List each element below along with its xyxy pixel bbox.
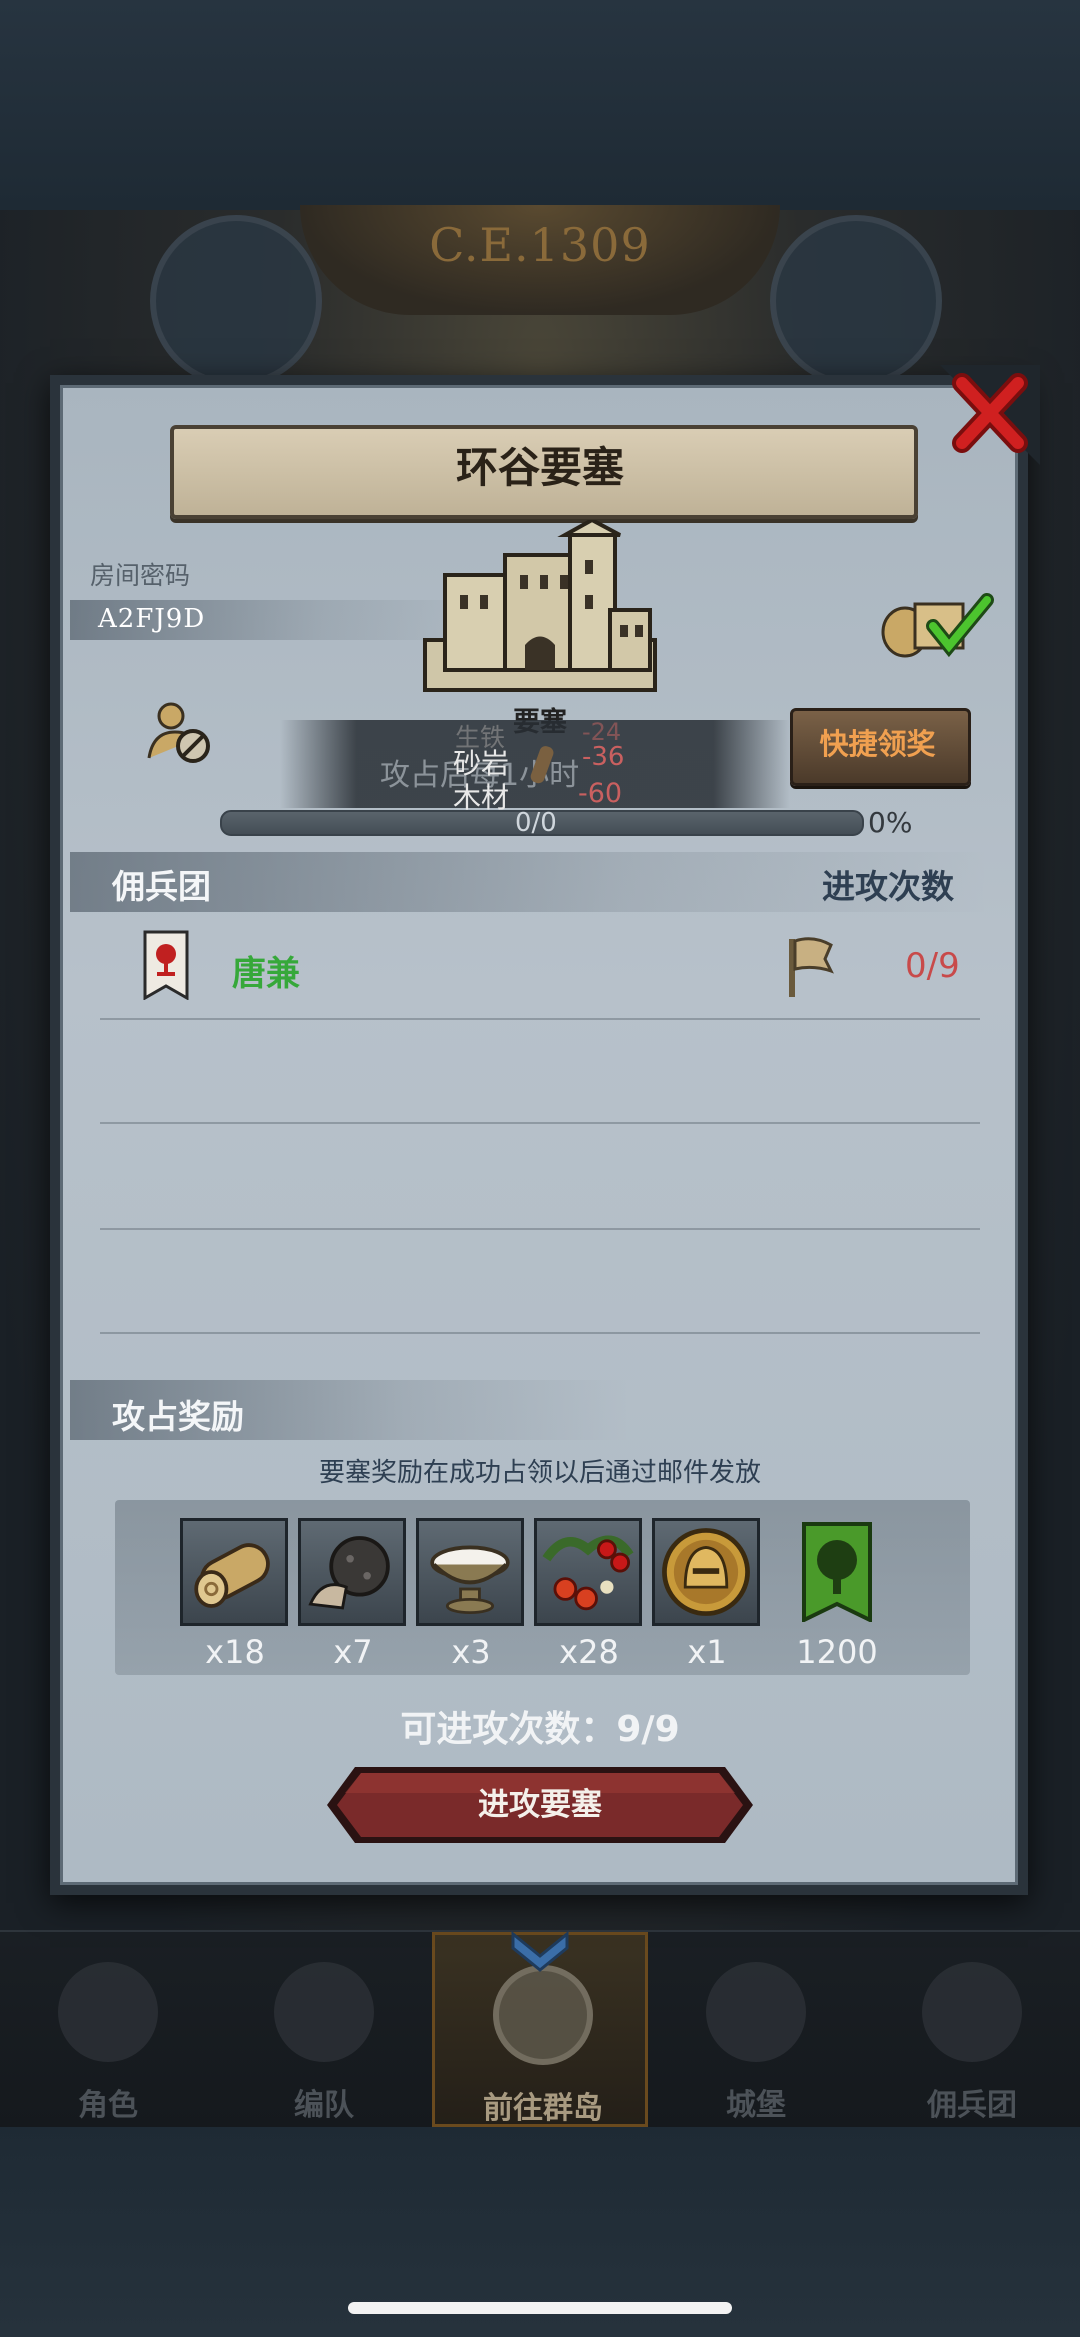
era-label: C.E.1309 xyxy=(300,205,780,315)
reward-header: 攻占奖励 xyxy=(112,1397,244,1436)
room-code-value[interactable]: A2FJ9D xyxy=(98,604,205,634)
row-divider xyxy=(100,1228,980,1230)
reward-note: 要塞奖励在成功占领以后通过邮件发放 xyxy=(318,1458,761,1488)
top-status-area xyxy=(0,0,1080,210)
wood-resource-icon xyxy=(530,746,554,784)
dial-wheel-right xyxy=(770,215,942,387)
attack-count-header: 进攻次数 xyxy=(822,867,954,906)
quick-claim-label: 快捷领奖 xyxy=(819,727,936,761)
nav-label: 城堡 xyxy=(726,2088,786,2123)
row-divider xyxy=(100,1122,980,1124)
nav-item-castle[interactable]: 城堡 xyxy=(648,1932,864,2127)
green-tree-banner-icon xyxy=(802,1522,872,1624)
row-divider xyxy=(100,1018,980,1020)
truffle-icon xyxy=(308,1536,390,1610)
nav-label: 佣兵团 xyxy=(927,2088,1017,2123)
leave-team-icon[interactable] xyxy=(145,700,215,765)
room-code-label: 房间密码 xyxy=(90,561,191,590)
nav-label: 角色 xyxy=(78,2088,138,2123)
salt-bowl-icon xyxy=(430,1545,510,1615)
resource-value: -60 xyxy=(578,778,623,809)
close-icon[interactable] xyxy=(940,365,1040,465)
progress-percent: 0% xyxy=(868,806,913,839)
chevron-down-icon xyxy=(511,1930,569,1972)
nav-item-mercenary[interactable]: 佣兵团 xyxy=(864,1932,1080,2127)
reward-slot[interactable] xyxy=(800,1522,874,1624)
mercenary-attack-count: 0/9 xyxy=(905,946,960,986)
compass-map-icon xyxy=(493,1965,593,2065)
nav-label: 编队 xyxy=(294,2088,354,2123)
reward-quantity: x1 xyxy=(687,1633,727,1671)
dialog-title: 环谷要塞 xyxy=(455,443,624,492)
banner-icon xyxy=(922,1962,1022,2062)
home-indicator[interactable] xyxy=(348,2302,732,2314)
claimed-rewards-icon[interactable] xyxy=(875,590,995,660)
reward-slot[interactable] xyxy=(652,1518,760,1626)
nav-label: 前往群岛 xyxy=(483,2091,603,2126)
mercenary-header: 佣兵团 xyxy=(112,867,211,906)
progress-count: 0/0 xyxy=(515,808,557,838)
reward-slot[interactable] xyxy=(298,1518,406,1626)
attack-fortress-label: 进攻要塞 xyxy=(478,1787,602,1823)
knight-helmet-coin-icon xyxy=(662,1528,750,1616)
berries-icon xyxy=(542,1535,634,1611)
flag-icon xyxy=(789,937,834,997)
remaining-attempts: 可进攻次数：9/9 xyxy=(400,1709,680,1750)
reward-slot[interactable] xyxy=(534,1518,642,1626)
reward-slot[interactable] xyxy=(416,1518,524,1626)
nav-item-character[interactable]: 角色 xyxy=(0,1932,216,2127)
helmet-icon xyxy=(274,1962,374,2062)
nav-item-formation[interactable]: 编队 xyxy=(216,1932,432,2127)
dial-wheel-left xyxy=(150,215,322,387)
mercenary-banner-icon xyxy=(143,930,189,1000)
castle-icon xyxy=(706,1962,806,2062)
mercenary-name[interactable]: 唐兼 xyxy=(232,946,300,995)
reward-quantity: 1200 xyxy=(796,1633,878,1671)
wood-log-icon xyxy=(194,1543,270,1608)
resource-value: -36 xyxy=(582,742,625,772)
row-divider xyxy=(100,1332,980,1334)
knight-icon xyxy=(58,1962,158,2062)
reward-slot[interactable] xyxy=(180,1518,288,1626)
fortress-illustration xyxy=(423,520,657,692)
